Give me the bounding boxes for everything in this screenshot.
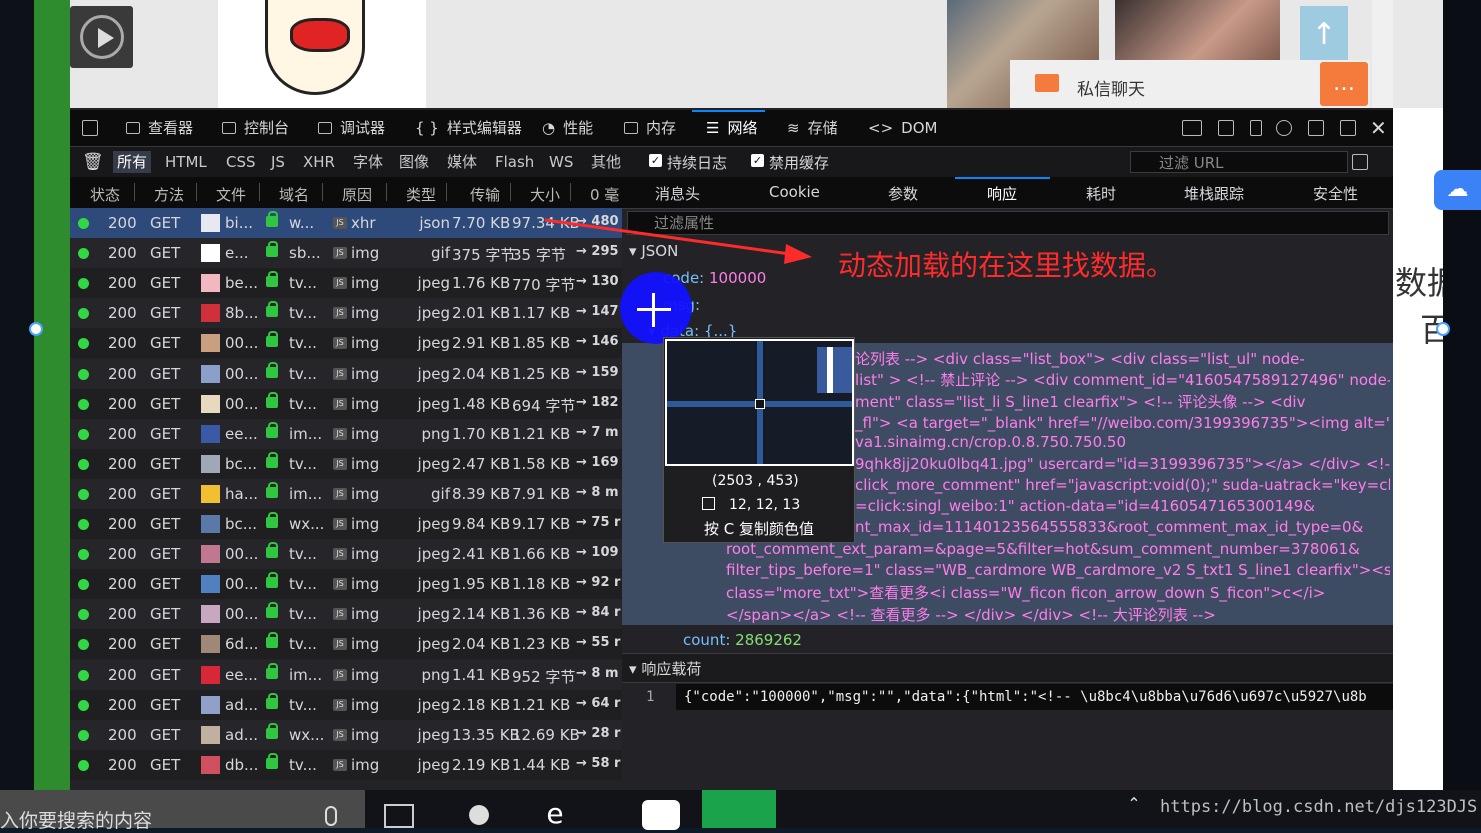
chevron-up-icon[interactable]: ⌃: [1122, 794, 1146, 824]
eyedropper-magnifier: [665, 339, 854, 466]
app-icon[interactable]: [460, 800, 498, 830]
task-view-icon[interactable]: [384, 804, 414, 828]
blog-watermark: https://blog.csdn.net/djs123DJS: [1160, 797, 1478, 817]
iqiyi-icon[interactable]: [702, 790, 776, 828]
eyedropper-coordinates: (2503 , 453): [712, 473, 799, 489]
edge-browser-icon[interactable]: e: [536, 800, 574, 830]
eyedropper-hint: 按 C 复制颜色值: [704, 520, 815, 538]
selection-handle[interactable]: [1436, 322, 1450, 336]
selection-handle[interactable]: [29, 322, 43, 336]
crosshair-cursor-icon: [652, 293, 655, 327]
taskbar-search-placeholder[interactable]: 入你要搜索的内容: [0, 806, 152, 833]
baidu-cloud-icon[interactable]: [642, 800, 680, 830]
annotation-text: 动态加载的在这里找数据。: [838, 249, 1175, 282]
color-rgb: 12, 12, 13: [729, 497, 801, 513]
color-swatch: [702, 497, 715, 510]
eyedropper-color-value: 12, 12, 13: [702, 497, 800, 513]
microphone-icon[interactable]: [325, 806, 337, 826]
